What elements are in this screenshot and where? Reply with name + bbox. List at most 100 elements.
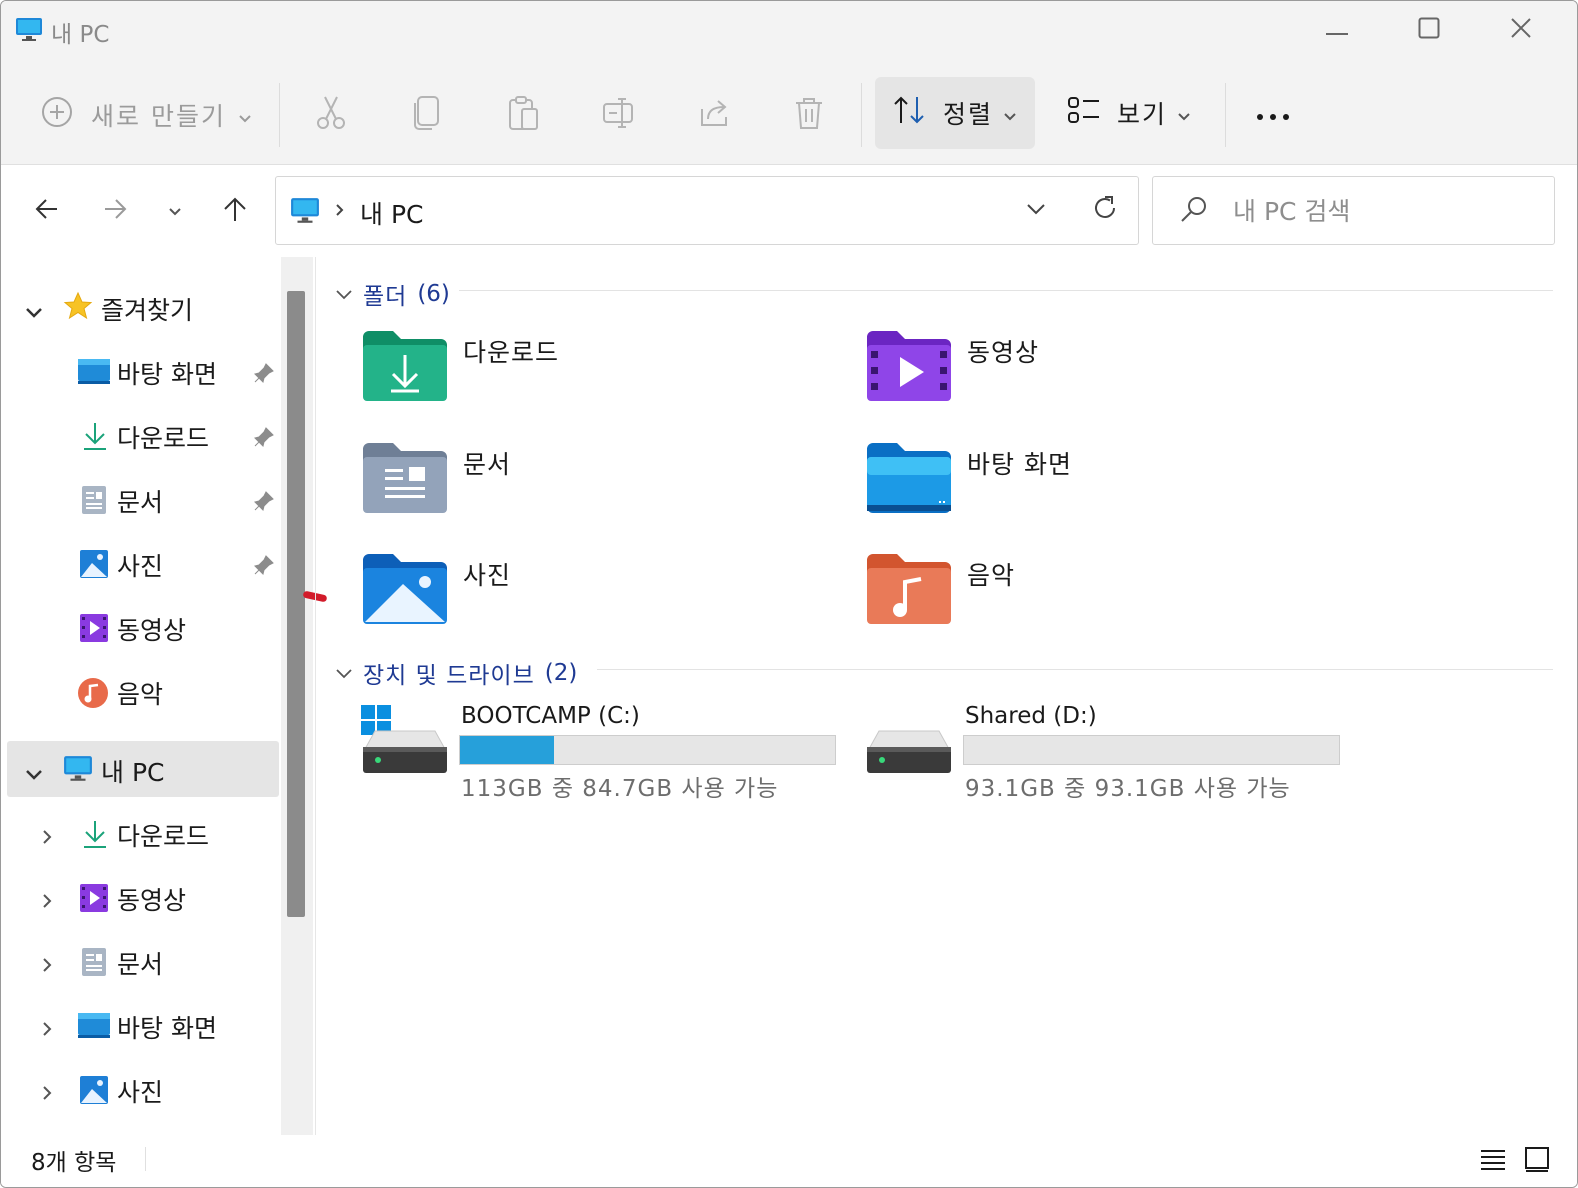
chevron-down-icon xyxy=(168,202,182,221)
paste-button[interactable] xyxy=(501,93,545,137)
view-button[interactable]: 보기 xyxy=(1067,77,1207,149)
pictures-icon xyxy=(79,549,109,585)
close-icon xyxy=(1510,17,1532,43)
video-icon xyxy=(79,613,109,649)
pin-icon[interactable] xyxy=(253,361,275,390)
arrow-right-icon xyxy=(103,198,127,224)
pin-icon[interactable] xyxy=(253,489,275,518)
sort-button[interactable]: 정렬 xyxy=(875,77,1035,149)
folders-group-count: (6) xyxy=(417,281,450,307)
back-button[interactable] xyxy=(25,189,69,233)
forward-button[interactable] xyxy=(93,189,137,233)
document-icon xyxy=(81,947,107,983)
new-button[interactable]: 새로 만들기 xyxy=(41,95,252,135)
group-divider xyxy=(459,290,1553,291)
pin-icon[interactable] xyxy=(253,425,275,454)
more-options-button[interactable] xyxy=(1251,93,1295,137)
sidebar-item-favorites[interactable]: 즐겨찾기 xyxy=(7,279,279,335)
cut-button[interactable] xyxy=(309,93,353,137)
title-bar[interactable]: 내 PC xyxy=(1,1,1577,63)
paste-icon xyxy=(507,95,539,135)
monitor-icon xyxy=(15,17,43,43)
delete-button[interactable] xyxy=(787,93,831,137)
sidebar-item-label: 동영상 xyxy=(117,616,187,645)
chevron-right-icon[interactable] xyxy=(41,823,53,852)
folder-tile-documents[interactable]: 문서 xyxy=(363,443,843,533)
pin-icon[interactable] xyxy=(253,553,275,582)
chevron-right-icon[interactable] xyxy=(41,887,53,916)
minimize-button[interactable] xyxy=(1291,1,1383,59)
downloads-folder-icon xyxy=(363,331,447,405)
copy-icon xyxy=(412,95,442,135)
search-input[interactable] xyxy=(1233,191,1533,231)
large-icons-view-button[interactable] xyxy=(1519,1143,1555,1179)
folder-tile-videos[interactable]: 동영상 xyxy=(867,331,1347,421)
item-count: 8개 항목 xyxy=(31,1150,117,1176)
folders-group-title: 폴더 xyxy=(363,284,408,310)
chevron-right-icon[interactable] xyxy=(41,1015,53,1044)
navigation-pane: 즐겨찾기 바탕 화면 다운로드 문서 사진 동영상 음악 내 PC 다운로드 동… xyxy=(1,257,281,1135)
drive-tile-d[interactable]: Shared (D:) 93.1GB 중 93.1GB 사용 가능 xyxy=(865,703,1345,803)
folder-tile-label: 다운로드 xyxy=(463,338,560,367)
group-divider xyxy=(597,669,1553,670)
address-bar[interactable]: 내 PC xyxy=(275,176,1139,245)
close-button[interactable] xyxy=(1475,1,1567,59)
sidebar-item-this-pc[interactable]: 내 PC xyxy=(7,741,279,797)
more-icon xyxy=(1256,106,1290,125)
search-box[interactable] xyxy=(1152,176,1555,245)
view-icon xyxy=(1067,96,1101,130)
pane-divider[interactable] xyxy=(315,257,316,1135)
view-button-label: 보기 xyxy=(1117,100,1168,129)
refresh-icon[interactable] xyxy=(1090,193,1120,227)
sidebar-item-favorites-downloads[interactable]: 다운로드 xyxy=(7,407,279,463)
sidebar-item-favorites-desktop[interactable]: 바탕 화면 xyxy=(7,343,279,399)
rename-icon xyxy=(602,96,636,134)
chevron-down-icon[interactable] xyxy=(25,297,43,326)
details-view-icon xyxy=(1480,1148,1506,1174)
arrow-left-icon xyxy=(35,198,59,224)
sidebar-item-label: 바탕 화면 xyxy=(117,1014,217,1043)
sidebar-item-pc-documents[interactable]: 문서 xyxy=(7,933,279,989)
rename-button[interactable] xyxy=(597,93,641,137)
drive-icon xyxy=(865,703,953,781)
folder-tile-label: 음악 xyxy=(967,561,1016,590)
command-bar: 새로 만들기 정렬 보기 xyxy=(1,63,1577,165)
drives-group-header[interactable]: 장치 및 드라이브 (2) xyxy=(335,656,577,690)
sidebar-item-pc-desktop[interactable]: 바탕 화면 xyxy=(7,997,279,1053)
sidebar-scrollbar-thumb[interactable] xyxy=(287,291,305,917)
details-view-button[interactable] xyxy=(1475,1143,1511,1179)
maximize-button[interactable] xyxy=(1383,1,1475,59)
sidebar-item-pc-downloads[interactable]: 다운로드 xyxy=(7,805,279,861)
sidebar-item-favorites-documents[interactable]: 문서 xyxy=(7,471,279,527)
cut-icon xyxy=(315,95,347,135)
delete-icon xyxy=(794,96,824,134)
chevron-right-icon[interactable] xyxy=(41,951,53,980)
sidebar-item-favorites-music[interactable]: 음악 xyxy=(7,663,279,719)
chevron-right-icon[interactable] xyxy=(41,1079,53,1108)
desktop-folder-icon xyxy=(867,443,951,517)
monitor-icon xyxy=(63,755,93,789)
share-button[interactable] xyxy=(693,93,737,137)
star-icon xyxy=(63,291,93,327)
address-history-button[interactable] xyxy=(1024,197,1048,225)
folder-tile-music[interactable]: 음악 xyxy=(867,554,1347,644)
folder-tile-pictures[interactable]: 사진 xyxy=(363,554,843,644)
sidebar-item-label: 내 PC xyxy=(101,758,165,787)
large-icons-view-icon xyxy=(1524,1146,1550,1176)
up-button[interactable] xyxy=(213,189,257,233)
arrow-up-icon xyxy=(223,196,247,226)
sidebar-item-pc-pictures[interactable]: 사진 xyxy=(7,1061,279,1117)
breadcrumb-this-pc[interactable]: 내 PC xyxy=(360,195,423,231)
sidebar-item-pc-videos[interactable]: 동영상 xyxy=(7,869,279,925)
chevron-down-icon[interactable] xyxy=(25,759,43,788)
folder-tile-downloads[interactable]: 다운로드 xyxy=(363,331,843,421)
copy-button[interactable] xyxy=(405,93,449,137)
folder-tile-desktop[interactable]: 바탕 화면 xyxy=(867,443,1347,533)
sidebar-item-label: 즐겨찾기 xyxy=(101,296,194,325)
status-separator xyxy=(145,1147,146,1171)
drive-tile-c[interactable]: BOOTCAMP (C:) 113GB 중 84.7GB 사용 가능 xyxy=(361,703,841,803)
recent-locations-button[interactable] xyxy=(153,189,197,233)
sidebar-item-favorites-videos[interactable]: 동영상 xyxy=(7,599,279,655)
sidebar-item-favorites-pictures[interactable]: 사진 xyxy=(7,535,279,591)
folders-group-header[interactable]: 폴더 (6) xyxy=(335,277,450,311)
